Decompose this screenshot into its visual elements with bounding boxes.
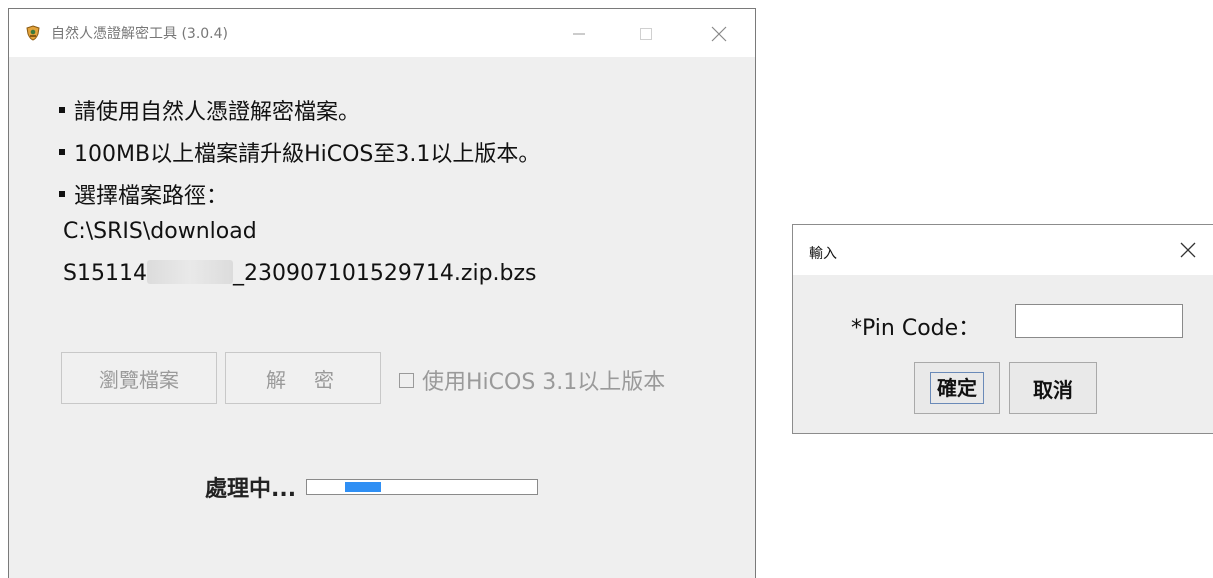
processing-label: 處理中...	[205, 477, 297, 502]
instruction-text: 選擇檔案路徑：	[74, 184, 229, 209]
pin-dialog: 輸入 *Pin Code： 確定 取消	[792, 224, 1213, 434]
selected-directory: C:\SRIS\download	[63, 219, 257, 244]
instruction-item: 請使用自然人憑證解密檔案。	[59, 89, 540, 131]
instruction-text: 100MB以上檔案請升級HiCOS至3.1以上版本。	[74, 142, 541, 167]
bullet-icon	[59, 191, 65, 197]
dialog-title: 輸入	[809, 246, 837, 262]
ok-button[interactable]: 確定	[914, 362, 1000, 414]
decrypt-button[interactable]: 解密	[225, 352, 381, 404]
instruction-text: 請使用自然人憑證解密檔案。	[74, 100, 361, 125]
maximize-icon	[640, 28, 652, 40]
window-title: 自然人憑證解密工具 (3.0.4)	[51, 26, 228, 42]
main-window: 自然人憑證解密工具 (3.0.4) 請使用自然人憑證解密檔案。 100MB以上檔…	[8, 8, 756, 578]
minimize-icon	[573, 33, 585, 35]
selected-file-name: S15114 _230907101529714.zip.bzs	[63, 260, 537, 286]
bullet-icon	[59, 107, 65, 113]
progress-bar-fill	[345, 482, 382, 492]
pin-code-input[interactable]	[1015, 304, 1183, 338]
dialog-title-bar[interactable]: 輸入	[793, 225, 1213, 275]
browse-files-button[interactable]: 瀏覽檔案	[61, 352, 217, 404]
app-shield-icon	[25, 25, 41, 41]
title-bar[interactable]: 自然人憑證解密工具 (3.0.4)	[9, 9, 755, 57]
close-button[interactable]	[704, 19, 734, 49]
close-icon	[711, 26, 727, 42]
instruction-list: 請使用自然人憑證解密檔案。 100MB以上檔案請升級HiCOS至3.1以上版本。…	[59, 89, 540, 215]
dialog-close-button[interactable]	[1175, 237, 1201, 263]
minimize-button[interactable]	[564, 19, 594, 49]
ok-button-label: 確定	[930, 372, 984, 404]
processing-status: 處理中...	[205, 471, 539, 503]
checkbox-icon[interactable]	[399, 372, 414, 388]
instruction-item: 選擇檔案路徑：	[59, 173, 540, 215]
maximize-button[interactable]	[631, 19, 661, 49]
hicos-checkbox-label: 使用HiCOS 3.1以上版本	[422, 370, 666, 395]
progress-bar	[306, 479, 539, 495]
redacted-segment	[146, 260, 233, 284]
file-name-prefix: S15114	[63, 261, 147, 286]
file-name-suffix: _230907101529714.zip.bzs	[232, 261, 537, 286]
cancel-button[interactable]: 取消	[1009, 362, 1097, 414]
instruction-item: 100MB以上檔案請升級HiCOS至3.1以上版本。	[59, 131, 540, 173]
close-icon	[1180, 242, 1196, 258]
pin-code-label: *Pin Code：	[851, 316, 981, 341]
hicos-checkbox[interactable]: 使用HiCOS 3.1以上版本	[399, 364, 665, 396]
bullet-icon	[59, 149, 65, 155]
